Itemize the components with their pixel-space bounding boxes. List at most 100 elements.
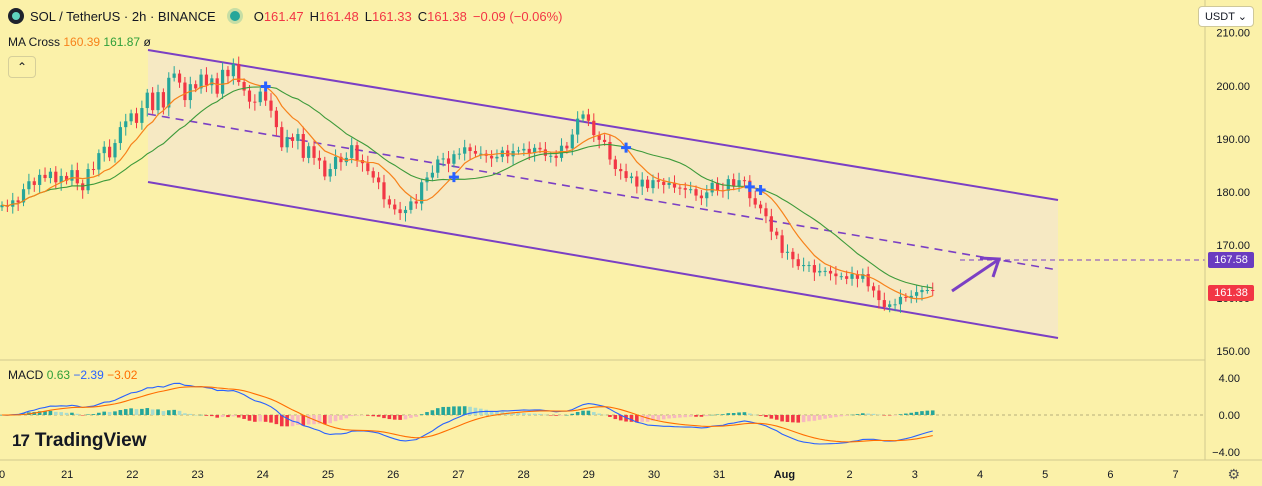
macd-bar bbox=[661, 415, 666, 420]
macd-bar bbox=[129, 408, 133, 415]
symbol-title[interactable]: SOL / TetherUS · 2h · BINANCE bbox=[30, 9, 216, 24]
macd-bar bbox=[91, 414, 96, 415]
candle-body bbox=[48, 171, 53, 179]
candle-body bbox=[522, 148, 526, 151]
macd-bar bbox=[392, 415, 397, 420]
ma-cross-legend[interactable]: MA Cross 160.39 161.87 ø bbox=[8, 35, 151, 49]
candle-body bbox=[667, 182, 671, 185]
macd-tick-label: 4.00 bbox=[1219, 373, 1240, 385]
macd-bar bbox=[242, 415, 246, 419]
time-tick-label: 21 bbox=[61, 469, 73, 481]
macd-legend[interactable]: MACD 0.63 −2.39 −3.02 bbox=[8, 368, 137, 382]
candle-body bbox=[495, 156, 499, 159]
macd-bar bbox=[285, 415, 289, 427]
sol-logo-icon bbox=[8, 8, 24, 24]
candle-body bbox=[377, 177, 381, 183]
macd-bar bbox=[850, 414, 854, 416]
macd-bar bbox=[871, 413, 876, 415]
time-tick-label: 26 bbox=[387, 469, 399, 481]
candle-body bbox=[102, 146, 106, 154]
collapse-legend-button[interactable]: ⌃ bbox=[8, 56, 36, 78]
macd-bar bbox=[866, 413, 870, 415]
candle-body bbox=[172, 73, 176, 78]
time-tick-label: 28 bbox=[517, 469, 529, 481]
candle-body bbox=[640, 179, 644, 187]
time-tick-label: 3 bbox=[912, 469, 918, 481]
candle-body bbox=[70, 170, 74, 181]
ma-fast-value: 160.39 bbox=[63, 35, 101, 49]
price-tick-label: 200.00 bbox=[1216, 81, 1250, 93]
candle-body bbox=[818, 270, 822, 273]
macd-bar bbox=[145, 408, 150, 415]
macd-bar bbox=[59, 412, 63, 415]
candle-body bbox=[624, 171, 628, 179]
candle-body bbox=[662, 181, 666, 185]
candle-body bbox=[253, 101, 257, 103]
macd-bar bbox=[70, 412, 74, 415]
candle-body bbox=[457, 153, 461, 155]
macd-bar bbox=[425, 412, 429, 415]
macd-bar bbox=[930, 410, 935, 415]
candle-body bbox=[473, 151, 478, 154]
candle-body bbox=[91, 169, 96, 171]
macd-bar bbox=[333, 415, 338, 422]
macd-bar bbox=[97, 412, 101, 415]
candle-body bbox=[828, 270, 833, 274]
candle-body bbox=[226, 69, 230, 77]
hidden-eye-icon[interactable]: ø bbox=[143, 35, 150, 49]
macd-bar bbox=[527, 413, 532, 415]
macd-bar bbox=[672, 415, 677, 419]
candle-body bbox=[194, 84, 198, 89]
macd-bar bbox=[430, 410, 435, 415]
ohlc-close: C161.38 bbox=[417, 8, 467, 24]
macd-bar bbox=[102, 411, 107, 415]
candle-body bbox=[769, 216, 773, 232]
candle-body bbox=[16, 200, 20, 203]
candle-body bbox=[898, 296, 903, 305]
candle-body bbox=[32, 181, 36, 185]
candle-body bbox=[312, 146, 316, 158]
time-tick-label: 30 bbox=[648, 469, 660, 481]
candle-body bbox=[581, 114, 585, 119]
candle-body bbox=[436, 159, 440, 173]
macd-bar bbox=[48, 410, 53, 415]
macd-label: MACD bbox=[8, 368, 44, 382]
macd-bar bbox=[231, 415, 236, 417]
macd-bar bbox=[796, 415, 801, 423]
macd-bar bbox=[791, 415, 795, 423]
candle-body bbox=[882, 300, 886, 307]
candle-body bbox=[834, 273, 838, 277]
candle-body bbox=[38, 174, 42, 185]
macd-bar bbox=[543, 414, 548, 416]
macd-bar bbox=[113, 411, 117, 415]
macd-bar bbox=[753, 414, 757, 416]
macd-bar bbox=[199, 414, 203, 416]
candle-body bbox=[705, 192, 709, 199]
time-tick-label: 4 bbox=[977, 469, 983, 481]
candle-body bbox=[124, 121, 128, 128]
candle-body bbox=[177, 73, 182, 83]
macd-bar bbox=[538, 413, 542, 415]
candle-body bbox=[242, 82, 246, 91]
candle-body bbox=[393, 204, 397, 210]
macd-bar bbox=[721, 414, 725, 415]
candle-body bbox=[576, 118, 580, 135]
macd-bar bbox=[355, 415, 359, 416]
settings-gear-icon[interactable]: ⚙ bbox=[1227, 466, 1240, 483]
candle-body bbox=[877, 290, 881, 301]
candle-body bbox=[516, 150, 521, 152]
macd-bar bbox=[156, 409, 160, 415]
macd-bar bbox=[914, 411, 919, 415]
candle-body bbox=[452, 154, 456, 164]
macd-bar bbox=[904, 413, 908, 415]
candle-body bbox=[86, 169, 90, 191]
candle-body bbox=[613, 159, 617, 170]
candle-body bbox=[570, 134, 574, 149]
time-tick-label: 23 bbox=[191, 469, 203, 481]
candle-body bbox=[764, 208, 768, 217]
macd-bar bbox=[204, 415, 209, 416]
currency-selector[interactable]: USDT ⌄ bbox=[1197, 6, 1254, 27]
price-chart[interactable]: 210.00200.00190.00180.00170.00160.00150.… bbox=[0, 0, 1262, 486]
price-tick-label: 150.00 bbox=[1216, 346, 1250, 358]
macd-bar bbox=[253, 415, 257, 422]
